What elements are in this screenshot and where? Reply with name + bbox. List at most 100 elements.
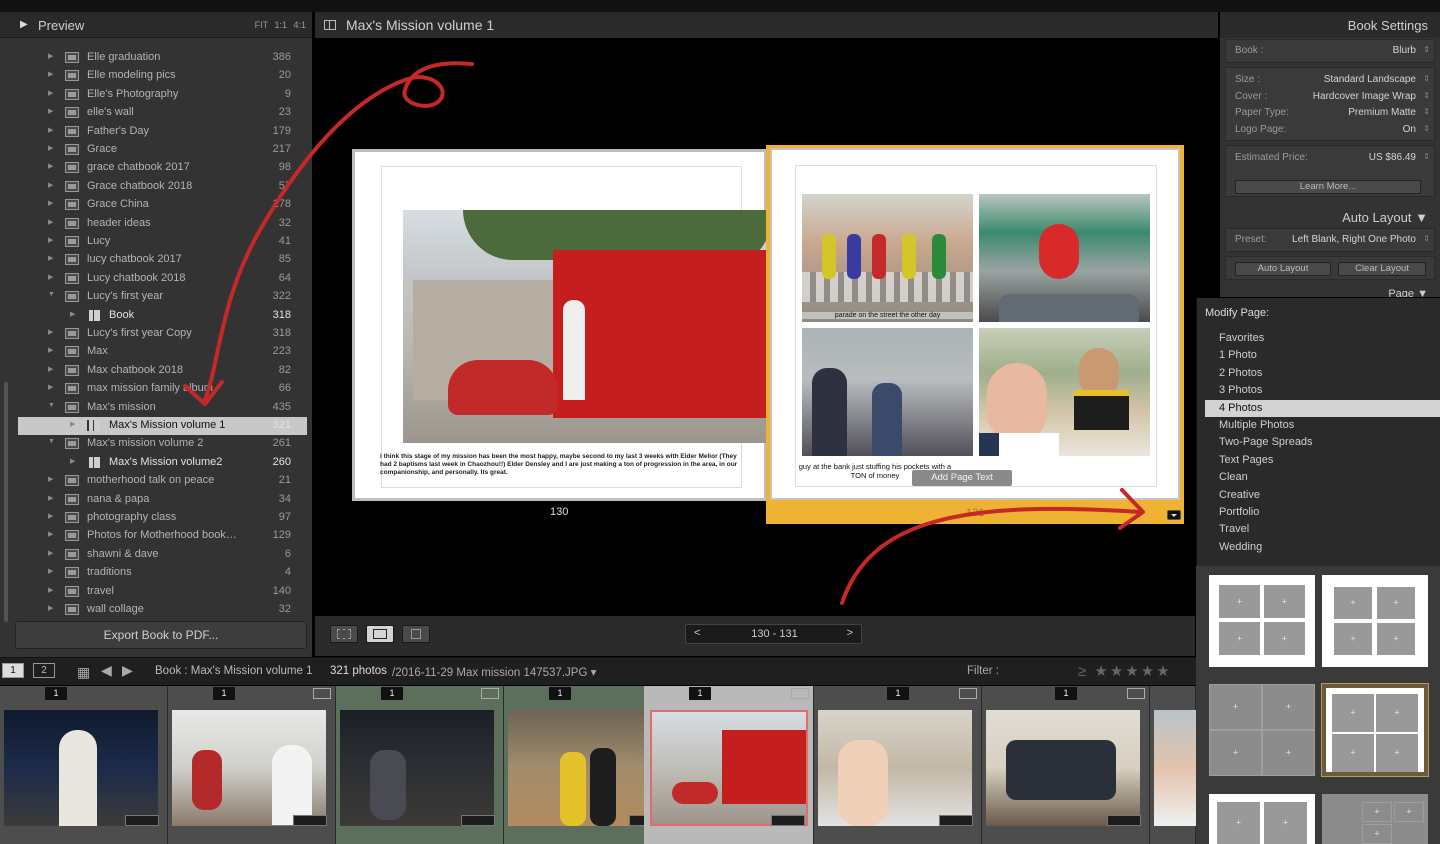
collapsed-triangle-icon[interactable]: ▶ bbox=[48, 273, 53, 281]
grid-view-icon[interactable]: ▦ bbox=[77, 664, 90, 681]
left-page-caption[interactable]: i think this stage of my mission has bee… bbox=[380, 453, 745, 477]
cover-row[interactable]: Cover : Hardcover Image Wrap ⇕ bbox=[1226, 91, 1436, 106]
collection-item[interactable]: ▶ Grace chatbook 2018 57 bbox=[18, 178, 307, 196]
filmstrip-thumb[interactable]: 1 bbox=[814, 686, 982, 844]
collection-item[interactable]: ▶ header ideas 32 bbox=[18, 215, 307, 233]
modify-page-item[interactable]: Clean bbox=[1205, 469, 1440, 486]
collapsed-triangle-icon[interactable]: ▶ bbox=[48, 549, 53, 557]
preview-header[interactable]: ▶ Preview FIT 1:1 4:1 bbox=[0, 12, 312, 38]
modify-page-item[interactable]: Creative bbox=[1205, 487, 1440, 504]
modify-page-item[interactable]: Two-Page Spreads bbox=[1205, 434, 1440, 451]
collection-item[interactable]: ▼ Max's mission volume 2 261 bbox=[18, 435, 307, 453]
collapsed-triangle-icon[interactable]: ▶ bbox=[48, 218, 53, 226]
layout-4up-selected[interactable] bbox=[1321, 683, 1429, 777]
clear-layout-button[interactable]: Clear Layout bbox=[1338, 262, 1426, 276]
collection-item[interactable]: ▶ Grace China 178 bbox=[18, 196, 307, 214]
logo-row[interactable]: Logo Page: On ⇕ bbox=[1226, 124, 1436, 139]
auto-layout-header[interactable]: Auto Layout ▼ bbox=[1220, 204, 1440, 230]
collapsed-triangle-icon[interactable]: ▶ bbox=[48, 567, 53, 575]
collapsed-triangle-icon[interactable]: ▶ bbox=[70, 457, 75, 465]
modify-page-item[interactable]: Multiple Photos bbox=[1205, 417, 1440, 434]
modify-page-item[interactable]: 2 Photos bbox=[1205, 365, 1440, 382]
modify-page-item[interactable]: 4 Photos bbox=[1205, 399, 1440, 417]
collapsed-triangle-icon[interactable]: ▶ bbox=[48, 144, 53, 152]
collection-item[interactable]: ▶ traditions 4 bbox=[18, 564, 307, 582]
collapsed-triangle-icon[interactable]: ▶ bbox=[48, 181, 53, 189]
photo-lion-dance[interactable] bbox=[979, 194, 1150, 322]
filmstrip-thumb[interactable]: 1 bbox=[168, 686, 336, 844]
photo-parade[interactable]: parade on the street the other day bbox=[802, 194, 973, 322]
collection-item[interactable]: ▶ lucy chatbook 2017 85 bbox=[18, 251, 307, 269]
collapsed-triangle-icon[interactable]: ▶ bbox=[48, 162, 53, 170]
layout-4up-grid-d[interactable] bbox=[1322, 794, 1428, 844]
modify-page-item[interactable]: Travel bbox=[1205, 521, 1440, 538]
book-collection-item[interactable]: ▶ Max's Mission volume 1 321 bbox=[18, 417, 307, 435]
collection-item[interactable]: ▶ Max chatbook 2018 82 bbox=[18, 362, 307, 380]
modify-page-item[interactable]: Wedding bbox=[1205, 539, 1440, 556]
book-settings-header[interactable]: Book Settings bbox=[1220, 12, 1440, 38]
filmstrip-thumb[interactable]: 1 bbox=[982, 686, 1150, 844]
collapsed-triangle-icon[interactable]: ▶ bbox=[48, 365, 53, 373]
collapsed-triangle-icon[interactable]: ▶ bbox=[48, 254, 53, 262]
collection-item[interactable]: ▶ grace chatbook 2017 98 bbox=[18, 159, 307, 177]
collection-item[interactable]: ▶ Lucy 41 bbox=[18, 233, 307, 251]
preset-row[interactable]: Preset: Left Blank, Right One Photo ⇕ bbox=[1226, 234, 1436, 249]
collection-item[interactable]: ▶ Elle's Photography 9 bbox=[18, 86, 307, 104]
photo-bank[interactable] bbox=[802, 328, 973, 456]
left-page[interactable]: i think this stage of my mission has bee… bbox=[352, 149, 769, 501]
layout-4up-full-bleed[interactable] bbox=[1209, 684, 1315, 776]
auto-layout-button[interactable]: Auto Layout bbox=[1235, 262, 1331, 276]
modify-page-item[interactable]: Text Pages bbox=[1205, 452, 1440, 469]
collection-item[interactable]: ▶ nana & papa 34 bbox=[18, 491, 307, 509]
collapsed-triangle-icon[interactable]: ▶ bbox=[48, 494, 53, 502]
back-arrow-icon[interactable]: ◀ bbox=[101, 662, 112, 679]
size-row[interactable]: Size : Standard Landscape ⇕ bbox=[1226, 74, 1436, 89]
collapsed-triangle-icon[interactable]: ▶ bbox=[48, 126, 53, 134]
monitor-1-button[interactable]: 1 bbox=[2, 663, 24, 678]
single-page-view-button[interactable] bbox=[402, 625, 430, 643]
collapsed-triangle-icon[interactable]: ▶ bbox=[48, 52, 53, 60]
next-page-button[interactable]: > bbox=[847, 627, 853, 639]
modify-page-item[interactable]: 1 Photo bbox=[1205, 347, 1440, 364]
filmstrip-thumb-partial[interactable] bbox=[1150, 686, 1196, 844]
collapse-triangle-icon[interactable]: ▶ bbox=[20, 19, 28, 30]
collection-item[interactable]: ▶ Photos for Motherhood book… 129 bbox=[18, 527, 307, 545]
collection-scrollbar[interactable] bbox=[4, 382, 8, 622]
collapsed-triangle-icon[interactable]: ▶ bbox=[48, 107, 53, 115]
collection-item[interactable]: ▶ shawni & dave 6 bbox=[18, 546, 307, 564]
book-type-row[interactable]: Book : Blurb ⇕ bbox=[1226, 45, 1436, 60]
layout-4up-grid-b[interactable] bbox=[1322, 575, 1428, 667]
collapsed-triangle-icon[interactable]: ▶ bbox=[48, 530, 53, 538]
collection-item[interactable]: ▶ Father's Day 179 bbox=[18, 123, 307, 141]
book-collection-item[interactable]: ▶ Book 318 bbox=[18, 307, 307, 325]
collection-item[interactable]: ▶ Grace 217 bbox=[18, 141, 307, 159]
add-page-text-button[interactable]: Add Page Text bbox=[912, 470, 1012, 486]
paper-row[interactable]: Paper Type: Premium Matte ⇕ bbox=[1226, 107, 1436, 122]
expanded-triangle-icon[interactable]: ▼ bbox=[48, 402, 55, 409]
collapsed-triangle-icon[interactable]: ▶ bbox=[48, 89, 53, 97]
collection-item[interactable]: ▶ Elle graduation 386 bbox=[18, 49, 307, 67]
collection-item[interactable]: ▶ max mission family album 66 bbox=[18, 380, 307, 398]
filmstrip-thumb[interactable]: 1 bbox=[336, 686, 504, 844]
preview-zoom-options[interactable]: FIT 1:1 4:1 bbox=[255, 20, 306, 30]
book-collection-item[interactable]: ▶ Max's Mission volume2 260 bbox=[18, 454, 307, 472]
collapsed-triangle-icon[interactable]: ▶ bbox=[48, 199, 53, 207]
collapsed-triangle-icon[interactable]: ▶ bbox=[48, 70, 53, 78]
collection-item[interactable]: ▶ elle's wall 23 bbox=[18, 104, 307, 122]
forward-arrow-icon[interactable]: ▶ bbox=[122, 662, 133, 679]
layout-4up-grid[interactable] bbox=[1209, 575, 1315, 667]
right-page-selection[interactable]: parade on the street the other day guy a… bbox=[766, 145, 1184, 524]
monitor-2-button[interactable]: 2 bbox=[33, 663, 55, 678]
right-page[interactable]: parade on the street the other day guy a… bbox=[770, 148, 1180, 500]
spread-view-button[interactable] bbox=[366, 625, 394, 643]
multi-page-view-button[interactable] bbox=[330, 625, 358, 643]
collapsed-triangle-icon[interactable]: ▶ bbox=[48, 383, 53, 391]
collection-item[interactable]: ▶ motherhood talk on peace 21 bbox=[18, 472, 307, 490]
filmstrip-thumb-current[interactable]: 1 bbox=[644, 686, 814, 844]
rating-filter[interactable]: ≥ ★★★★★ bbox=[1078, 662, 1172, 680]
photo-selfie[interactable] bbox=[979, 328, 1150, 456]
collection-item[interactable]: ▶ Max 223 bbox=[18, 343, 307, 361]
collapsed-triangle-icon[interactable]: ▶ bbox=[48, 328, 53, 336]
export-book-pdf-button[interactable]: Export Book to PDF... bbox=[15, 621, 307, 649]
expanded-triangle-icon[interactable]: ▼ bbox=[48, 291, 55, 298]
